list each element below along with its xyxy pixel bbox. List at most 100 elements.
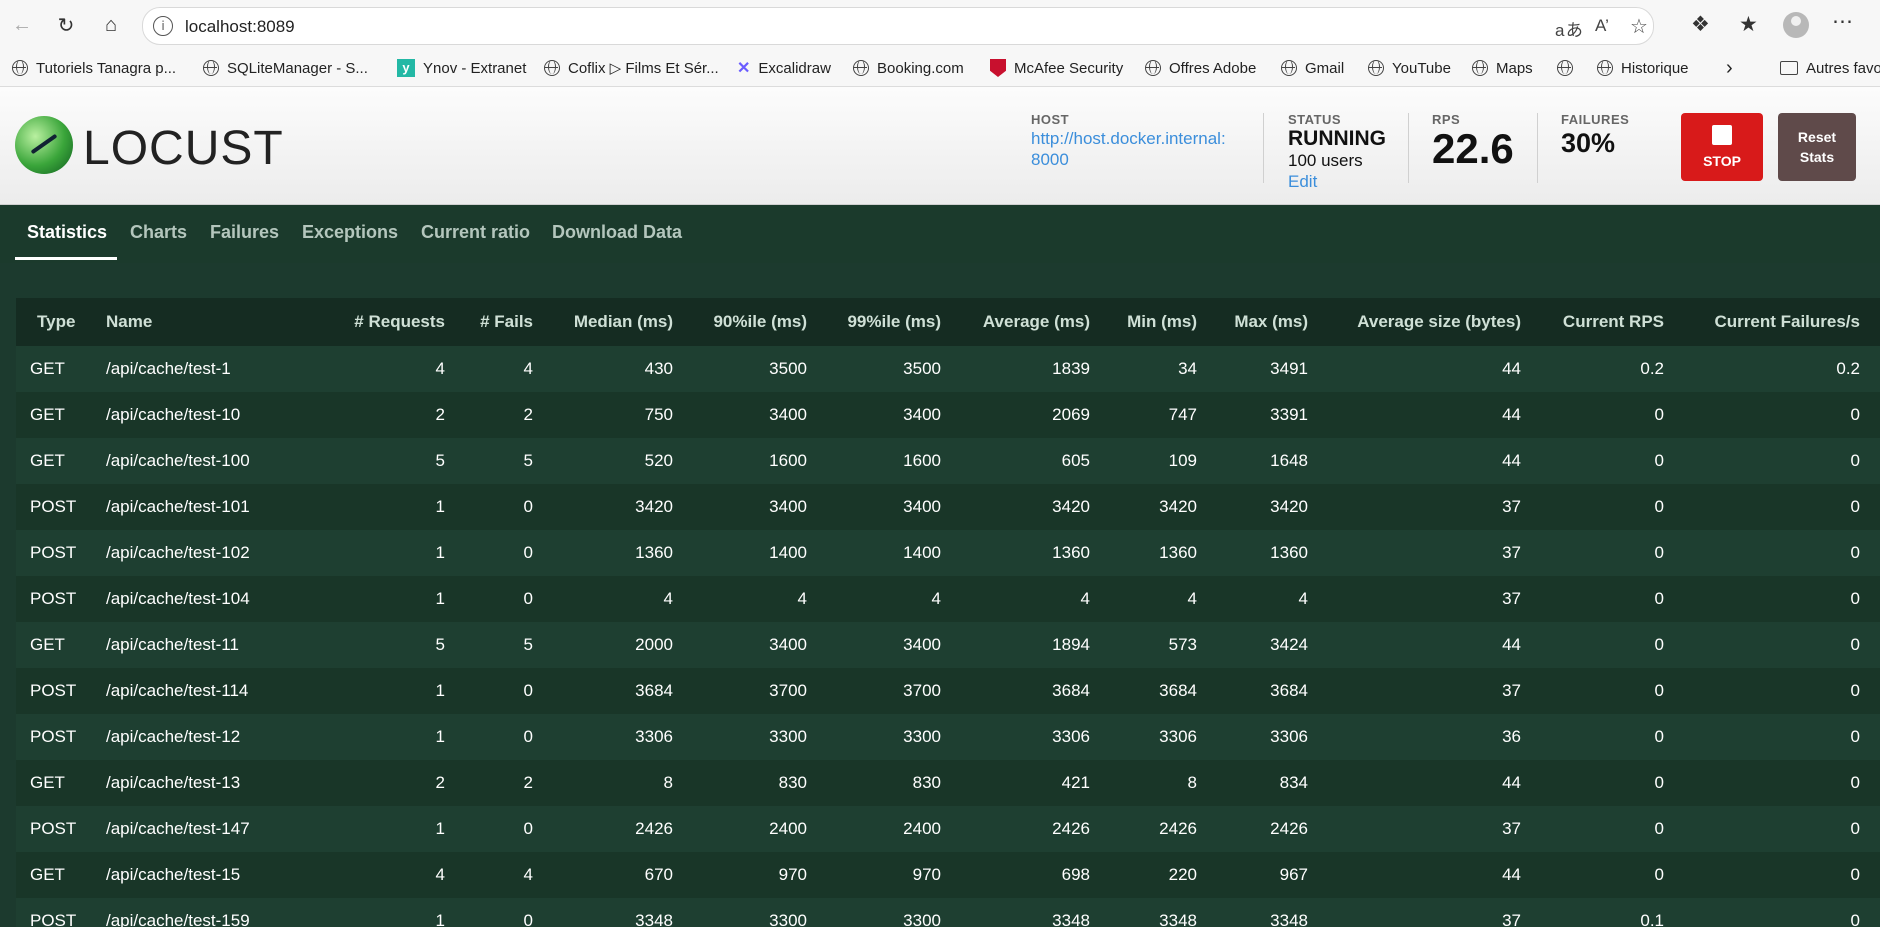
refresh-icon[interactable]: ↻ xyxy=(52,11,80,39)
bookmark-tutoriels[interactable]: Tutoriels Tanagra p... xyxy=(12,57,176,79)
table-cell: /api/cache/test-104 xyxy=(106,589,250,608)
table-cell: 0 xyxy=(1654,819,1664,838)
bookmark-youtube[interactable]: YouTube xyxy=(1368,57,1451,79)
stop-button[interactable]: STOP xyxy=(1681,113,1763,181)
mcafee-icon xyxy=(990,59,1006,77)
table-cell: 3684 xyxy=(635,681,673,700)
table-cell: 3348 xyxy=(1270,911,1308,927)
user-count: 100 users xyxy=(1288,151,1363,170)
table-cell: 2426 xyxy=(1052,819,1090,838)
home-icon[interactable]: ⌂ xyxy=(97,11,125,39)
table-row: POST/api/cache/test-12 1 0 3306 3300 3300 3306… xyxy=(16,714,1880,760)
bookmark-other-favorites[interactable]: Autres favo xyxy=(1780,57,1880,79)
tab-statistics[interactable]: Statistics xyxy=(27,222,107,243)
table-cell: 970 xyxy=(778,865,807,884)
favorite-star-icon[interactable]: ☆ xyxy=(1630,14,1648,39)
table-cell: 0 xyxy=(1654,681,1664,700)
table-cell: 520 xyxy=(644,451,673,470)
table-cell: 109 xyxy=(1168,451,1197,470)
table-cell: 747 xyxy=(1168,405,1197,424)
back-arrow-icon[interactable]: ← xyxy=(8,11,36,39)
table-cell: 5 xyxy=(435,635,445,654)
favorites-icon[interactable]: ★ xyxy=(1739,12,1758,37)
table-cell: /api/cache/test-101 xyxy=(106,497,250,516)
column-header[interactable]: # Requests xyxy=(286,298,445,346)
table-cell: 3700 xyxy=(903,681,941,700)
tab-charts[interactable]: Charts xyxy=(130,222,187,243)
table-cell: 4 xyxy=(1187,589,1197,608)
reset-stats-button[interactable]: Reset Stats xyxy=(1778,113,1856,181)
table-cell: 0 xyxy=(523,497,533,516)
bookmark-excalidraw[interactable]: ✕ Excalidraw xyxy=(737,57,831,79)
table-cell: /api/cache/test-15 xyxy=(106,865,241,884)
table-cell: 0 xyxy=(1850,773,1860,792)
tab-current-ratio[interactable]: Current ratio xyxy=(421,222,530,243)
column-header[interactable]: 90%ile (ms) xyxy=(673,298,807,346)
table-cell: /api/cache/test-114 xyxy=(106,681,249,700)
chevron-right-icon[interactable]: › xyxy=(1726,57,1733,79)
bookmark-historique[interactable]: Historique xyxy=(1597,57,1689,79)
column-header[interactable]: 99%ile (ms) xyxy=(807,298,941,346)
locust-logo-text: LOCUST xyxy=(83,122,284,175)
table-row: POST/api/cache/test-104 1 0 4 4 4 4 4 4 37 0 0 xyxy=(16,576,1880,622)
column-header[interactable]: Current Failures/s xyxy=(1664,298,1880,346)
table-cell: 1 xyxy=(435,819,445,838)
table-cell: 3420 xyxy=(1052,497,1090,516)
table-cell: 430 xyxy=(644,359,673,378)
globe-icon xyxy=(1145,60,1161,76)
bookmark-coflix[interactable]: Coflix ▷ Films Et Sér... xyxy=(544,57,719,79)
table-cell: 0 xyxy=(1850,589,1860,608)
table-cell: 3400 xyxy=(769,635,807,654)
edit-users-link[interactable]: Edit xyxy=(1288,172,1317,192)
table-cell: 605 xyxy=(1061,451,1090,470)
bookmark-booking[interactable]: Booking.com xyxy=(853,57,964,79)
bookmark-maps[interactable]: Maps xyxy=(1472,57,1533,79)
column-header[interactable]: Max (ms) xyxy=(1197,298,1308,346)
address-bar[interactable]: i localhost:8089 a あ A’ ☆ xyxy=(142,7,1654,45)
translate-icon[interactable]: a あ xyxy=(1555,16,1583,41)
table-cell: 37 xyxy=(1502,819,1521,838)
table-cell: 830 xyxy=(912,773,941,792)
table-cell: /api/cache/test-11 xyxy=(106,635,239,654)
table-cell: 36 xyxy=(1502,727,1521,746)
table-row: GET/api/cache/test-13 2 2 8 830 830 421 8 834 44 0… xyxy=(16,760,1880,806)
column-header[interactable]: Average (ms) xyxy=(941,298,1090,346)
host-link[interactable]: http://host.docker.internal: 8000 xyxy=(1031,128,1241,170)
statistics-table-container[interactable]: Type Name # Requests # Fails Median (ms)… xyxy=(16,298,1880,927)
column-header[interactable]: Median (ms) xyxy=(533,298,673,346)
table-cell: 3400 xyxy=(903,497,941,516)
column-header[interactable]: Name xyxy=(86,298,286,346)
bookmark-sqlitemanager[interactable]: SQLiteManager - S... xyxy=(203,57,368,79)
extensions-icon[interactable]: ❖ xyxy=(1691,12,1710,37)
tab-bar: Statistics Charts Failures Exceptions Cu… xyxy=(0,205,1880,263)
url-text[interactable]: localhost:8089 xyxy=(185,17,295,37)
bookmark-adobe[interactable]: Offres Adobe xyxy=(1145,57,1256,79)
table-cell: 2426 xyxy=(635,819,673,838)
table-cell: 8 xyxy=(1187,773,1197,792)
tab-exceptions[interactable]: Exceptions xyxy=(302,222,398,243)
site-info-icon[interactable]: i xyxy=(153,16,173,36)
table-cell: 421 xyxy=(1061,773,1090,792)
profile-avatar[interactable] xyxy=(1783,12,1809,38)
table-cell: GET xyxy=(30,635,65,654)
table-cell: 2 xyxy=(523,405,533,424)
bookmark-ynov[interactable]: y Ynov - Extranet xyxy=(397,57,526,79)
divider xyxy=(1263,113,1264,183)
status-label: STATUS xyxy=(1288,112,1342,127)
table-row: POST/api/cache/test-101 1 0 3420 3400 3400 342… xyxy=(16,484,1880,530)
read-aloud-icon[interactable]: A’ xyxy=(1595,16,1609,36)
bookmark-gmail[interactable]: Gmail xyxy=(1281,57,1344,79)
bookmark-mcafee[interactable]: McAfee Security xyxy=(990,57,1123,79)
column-header[interactable]: Min (ms) xyxy=(1090,298,1197,346)
column-header[interactable]: # Fails xyxy=(445,298,533,346)
tab-download-data[interactable]: Download Data xyxy=(552,222,682,243)
bookmark-unnamed[interactable] xyxy=(1557,57,1581,79)
table-cell: 1 xyxy=(435,589,445,608)
table-row: POST/api/cache/test-159 1 0 3348 3300 3300 334… xyxy=(16,898,1880,927)
column-header[interactable]: Average size (bytes) xyxy=(1308,298,1521,346)
tab-failures[interactable]: Failures xyxy=(210,222,279,243)
more-menu-icon[interactable]: ⋯ xyxy=(1832,9,1853,34)
column-header[interactable]: Type xyxy=(16,298,86,346)
table-cell: POST xyxy=(30,589,77,608)
column-header[interactable]: Current RPS xyxy=(1521,298,1664,346)
